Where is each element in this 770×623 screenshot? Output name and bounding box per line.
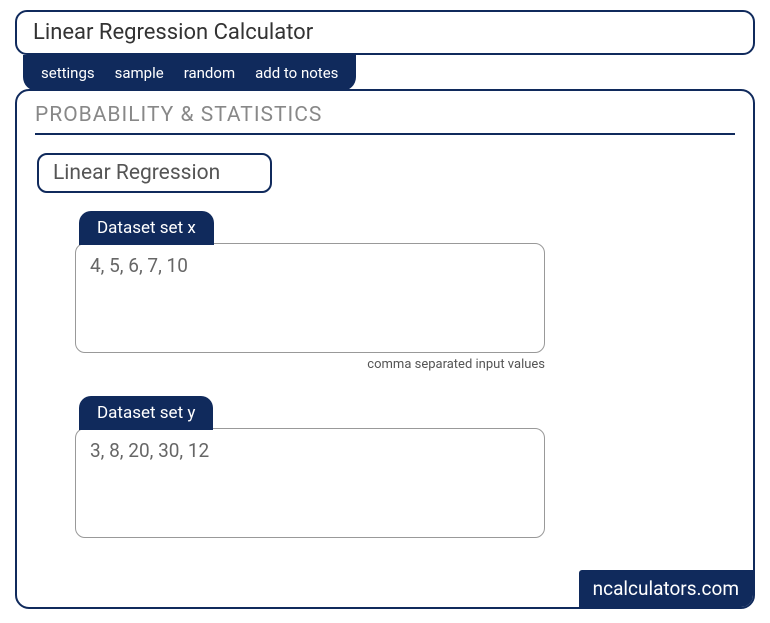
settings-button[interactable]: settings <box>41 64 95 82</box>
watermark: ncalculators.com <box>579 570 753 607</box>
dataset-x-label: Dataset set x <box>79 211 214 245</box>
page-title: Linear Regression Calculator <box>15 10 755 55</box>
dataset-y-input[interactable] <box>75 428 545 538</box>
sample-button[interactable]: sample <box>115 64 164 82</box>
sub-heading: Linear Regression <box>37 153 272 193</box>
dataset-x-helper: comma separated input values <box>75 357 545 372</box>
section-heading: PROBABILITY & STATISTICS <box>35 103 735 135</box>
dataset-y-group: Dataset set y <box>75 396 735 538</box>
dataset-y-label: Dataset set y <box>79 396 213 430</box>
main-panel: PROBABILITY & STATISTICS Linear Regressi… <box>15 89 755 609</box>
random-button[interactable]: random <box>184 64 235 82</box>
dataset-x-input[interactable] <box>75 243 545 353</box>
add-to-notes-button[interactable]: add to notes <box>255 64 338 82</box>
dataset-x-group: Dataset set x comma separated input valu… <box>75 211 735 372</box>
toolbar: settings sample random add to notes <box>23 55 356 91</box>
